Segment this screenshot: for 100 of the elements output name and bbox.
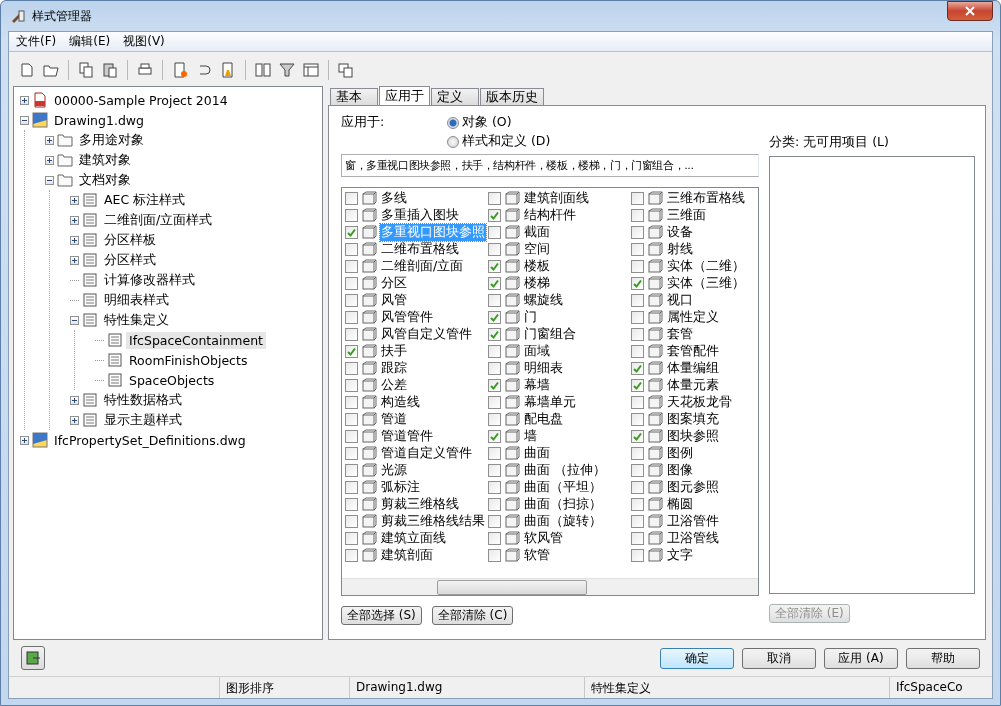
- tree-item[interactable]: 特性数据格式: [101, 390, 185, 410]
- collapse-toggle[interactable]: [45, 175, 54, 185]
- tree-item[interactable]: Drawing1.dwg: [51, 111, 147, 129]
- checkbox[interactable]: [345, 396, 358, 409]
- tree-item[interactable]: 计算修改器样式: [101, 270, 198, 290]
- object-type-label[interactable]: 套管: [666, 326, 694, 343]
- compare-tool[interactable]: [253, 60, 273, 80]
- tab[interactable]: 版本历史: [480, 88, 544, 106]
- tree-item[interactable]: 特性集定义: [101, 310, 172, 330]
- checkbox[interactable]: [631, 277, 644, 290]
- object-type-label[interactable]: 实体（三维）: [666, 275, 746, 292]
- object-type-label[interactable]: 空间: [523, 241, 551, 258]
- export-button[interactable]: [21, 646, 45, 670]
- object-type-label[interactable]: 幕墙: [523, 377, 551, 394]
- object-type-label[interactable]: 楼板: [523, 258, 551, 275]
- checkbox[interactable]: [631, 243, 644, 256]
- tree-item[interactable]: 二维剖面/立面样式: [101, 210, 216, 230]
- checkbox[interactable]: [345, 328, 358, 341]
- object-type-label[interactable]: 天花板龙骨: [666, 394, 733, 411]
- expand-toggle[interactable]: [70, 235, 79, 245]
- list-button[interactable]: 全部选择 (S): [341, 606, 422, 625]
- checkbox[interactable]: [488, 362, 501, 375]
- checkbox[interactable]: [345, 549, 358, 562]
- object-type-label[interactable]: 结构杆件: [523, 207, 577, 224]
- object-type-label[interactable]: 图例: [666, 445, 694, 462]
- horizontal-scrollbar[interactable]: [342, 578, 758, 595]
- checkbox[interactable]: [631, 515, 644, 528]
- object-type-label[interactable]: 门窗组合: [523, 326, 577, 343]
- checkbox[interactable]: [345, 192, 358, 205]
- object-type-label[interactable]: 椭圆: [666, 496, 694, 513]
- checkbox[interactable]: [345, 515, 358, 528]
- object-type-label[interactable]: 面域: [523, 343, 551, 360]
- dialog-button[interactable]: 帮助: [906, 647, 980, 669]
- object-type-label[interactable]: 公差: [380, 377, 408, 394]
- dialog-button[interactable]: 取消: [742, 647, 816, 669]
- object-type-label[interactable]: 分区: [380, 275, 408, 292]
- tab[interactable]: 应用于: [379, 86, 430, 106]
- object-type-label[interactable]: 文字: [666, 547, 694, 564]
- expand-toggle[interactable]: [70, 395, 79, 405]
- menu-item[interactable]: 视图(V): [118, 33, 173, 50]
- list-button[interactable]: 全部清除 (C): [431, 606, 514, 625]
- object-type-label[interactable]: 图案填充: [666, 411, 720, 428]
- checkbox[interactable]: [488, 430, 501, 443]
- object-type-label[interactable]: 设备: [666, 224, 694, 241]
- object-type-label[interactable]: 墙: [523, 428, 538, 445]
- tree-item[interactable]: SpaceObjects: [126, 371, 218, 389]
- table-view-tool[interactable]: [301, 60, 321, 80]
- checkbox[interactable]: [631, 260, 644, 273]
- checkbox[interactable]: [631, 532, 644, 545]
- expand-toggle[interactable]: [20, 435, 29, 445]
- object-type-label[interactable]: 属性定义: [666, 309, 720, 326]
- object-type-label[interactable]: 光源: [380, 462, 408, 479]
- tree-item[interactable]: RoomFinishObjects: [126, 351, 251, 369]
- checkbox[interactable]: [631, 379, 644, 392]
- tab[interactable]: 定义: [431, 88, 479, 106]
- object-type-label[interactable]: 管道: [380, 411, 408, 428]
- expand-toggle[interactable]: [70, 215, 79, 225]
- checkbox[interactable]: [488, 447, 501, 460]
- tree-item[interactable]: 多用途对象: [76, 130, 147, 150]
- paste-tool[interactable]: [100, 60, 120, 80]
- summary-field[interactable]: 窗，多重视口图块参照，扶手，结构杆件，楼板，楼梯，门，门窗组合，...: [341, 154, 759, 177]
- object-type-label[interactable]: 多线: [380, 190, 408, 207]
- object-type-label[interactable]: 曲面 （拉伸）: [523, 462, 607, 479]
- checkbox[interactable]: [631, 396, 644, 409]
- checkbox[interactable]: [488, 328, 501, 341]
- object-type-label[interactable]: 跟踪: [380, 360, 408, 377]
- object-type-label[interactable]: 剪裁三维格线结果: [380, 513, 486, 530]
- tree-item[interactable]: AEC 标注样式: [101, 190, 189, 210]
- checkbox[interactable]: [631, 498, 644, 511]
- checkbox[interactable]: [631, 464, 644, 477]
- object-type-label[interactable]: 扶手: [380, 343, 408, 360]
- tree-item[interactable]: IfcPropertySet_Definitions.dwg: [51, 431, 249, 449]
- checkbox[interactable]: [631, 430, 644, 443]
- object-type-label[interactable]: 二维剖面/立面: [380, 258, 465, 275]
- checkbox[interactable]: [345, 226, 358, 239]
- object-type-label[interactable]: 图像: [666, 462, 694, 479]
- object-type-label[interactable]: 建筑剖面线: [523, 190, 590, 207]
- toggle-view-tool[interactable]: [336, 60, 356, 80]
- filter-tool[interactable]: [277, 60, 297, 80]
- checkbox[interactable]: [345, 447, 358, 460]
- object-type-label[interactable]: 视口: [666, 292, 694, 309]
- radio-label[interactable]: 对象 (O): [462, 114, 512, 131]
- object-type-label[interactable]: 二维布置格线: [380, 241, 460, 258]
- menu-item[interactable]: 文件(F): [11, 33, 65, 50]
- checkbox[interactable]: [345, 345, 358, 358]
- checkbox[interactable]: [631, 362, 644, 375]
- tree-item[interactable]: 分区样式: [101, 250, 159, 270]
- checkbox[interactable]: [345, 464, 358, 477]
- object-type-label[interactable]: 软风管: [523, 530, 564, 547]
- checkbox[interactable]: [488, 277, 501, 290]
- checkbox[interactable]: [488, 498, 501, 511]
- checkbox[interactable]: [488, 209, 501, 222]
- object-type-label[interactable]: 图元参照: [666, 479, 720, 496]
- checkbox[interactable]: [488, 396, 501, 409]
- tree-item[interactable]: 建筑对象: [76, 150, 134, 170]
- object-type-label[interactable]: 曲面（旋转）: [523, 513, 603, 530]
- tree-item[interactable]: IfcSpaceContainment: [126, 331, 266, 349]
- radio-button[interactable]: [447, 135, 459, 148]
- checkbox[interactable]: [631, 345, 644, 358]
- expand-toggle[interactable]: [45, 135, 54, 145]
